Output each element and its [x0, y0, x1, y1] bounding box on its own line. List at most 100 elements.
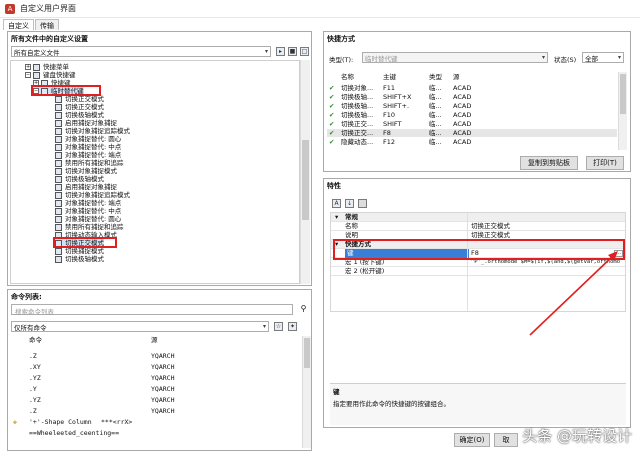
new-icon[interactable]: □ — [300, 47, 309, 56]
folder-icon — [33, 71, 40, 79]
table-row[interactable]: ✔ 切换极轴... SHIFT+. 临... ACAD — [327, 102, 617, 110]
table-row[interactable]: .XY YQARCH — [11, 363, 301, 372]
command-scrollbar[interactable] — [302, 336, 311, 448]
sort-alpha-icon[interactable]: ↓ — [345, 199, 354, 208]
shortcut-icon — [55, 151, 62, 159]
tree-leaf[interactable]: 切换正交模式 — [55, 95, 104, 103]
tree-leaf[interactable]: 禁用所有捕捉和追踪 — [55, 159, 124, 167]
shortcuts-heading: 快捷方式 — [327, 35, 355, 43]
tree-leaf[interactable]: 启用捕捉对象捕捉 — [55, 119, 117, 127]
tree-leaf[interactable]: 禁用所有捕捉和追踪 — [55, 223, 124, 231]
table-row[interactable]: .Z YQARCH — [11, 352, 301, 361]
watermark: 头条 @玩转设计 — [522, 427, 632, 445]
category-general[interactable]: ▾ 常规 — [331, 213, 625, 222]
cancel-button[interactable]: 取 — [494, 433, 518, 447]
table-row-selected[interactable]: ✔ 切换正交... F8 临... ACAD — [327, 129, 617, 137]
scrollbar-thumb[interactable] — [302, 140, 309, 220]
shortcut-icon — [55, 143, 62, 151]
description-text: 指定要用作此命令的快捷键的按键组合。 — [333, 400, 450, 408]
collapse-icon: ▾ — [335, 213, 339, 221]
scrollbar-thumb[interactable] — [304, 338, 310, 368]
shortcut-icon — [55, 119, 62, 127]
tree-node[interactable]: − 键盘快捷键 — [25, 71, 76, 79]
tree-leaf[interactable]: 切换对象捕捉追踪模式 — [55, 191, 130, 199]
table-row[interactable]: .YZ YQARCH — [11, 396, 301, 405]
table-row[interactable]: ✔ 隐藏动态... F12 临... ACAD — [327, 138, 617, 146]
status-label: 状态(S) — [554, 56, 577, 64]
table-row[interactable]: ✔ 切换正交... SHIFT 临... ACAD — [327, 120, 617, 128]
column-key[interactable]: 主键 — [383, 73, 396, 81]
check-icon: ✔ — [329, 138, 335, 146]
status-value: 全部 — [585, 54, 598, 63]
tree-leaf[interactable]: 切换正交模式 — [55, 103, 104, 111]
customization-file-select[interactable]: 所有自定义文件 ▾ — [11, 46, 271, 57]
property-pages-icon[interactable] — [358, 199, 367, 208]
tree-scrollbar[interactable] — [300, 60, 310, 284]
star-icon[interactable]: ☆ — [274, 322, 283, 331]
table-row[interactable]: ✔ 切换对象... F11 临... ACAD — [327, 84, 617, 92]
shortcut-icon — [55, 215, 62, 223]
copy-to-clipboard-button[interactable]: 复制到剪贴板 — [520, 156, 578, 170]
column-source[interactable]: 源 — [151, 336, 158, 345]
tree-leaf[interactable]: 切换极轴模式 — [55, 255, 104, 263]
status-select[interactable]: 全部 ▾ — [582, 52, 624, 63]
expand-icon[interactable]: + — [25, 64, 31, 70]
tab-customize[interactable]: 自定义 — [3, 19, 34, 30]
command-filter-select[interactable]: 仅所有命令 ▾ — [11, 321, 269, 332]
tree-leaf[interactable]: 切换极轴模式 — [55, 111, 104, 119]
column-name[interactable]: 名称 — [341, 73, 354, 81]
check-icon: ✔ — [329, 93, 335, 101]
tree-leaf[interactable]: 切换对象捕捉追踪模式 — [55, 127, 130, 135]
command-search-input[interactable]: 搜索命令列表 — [11, 304, 293, 316]
column-command[interactable]: 命令 — [29, 336, 42, 345]
collapse-icon[interactable]: − — [25, 72, 31, 78]
annotation-arrow-icon — [529, 251, 618, 336]
tree-leaf[interactable]: 切换捕捉模式 — [55, 247, 104, 255]
tree-leaf[interactable]: 对象捕捉替代: 中点 — [55, 143, 121, 151]
tree-leaf[interactable]: 对象捕捉替代: 端点 — [55, 151, 121, 159]
table-row[interactable]: ✔ 切换极轴... F10 临... ACAD — [327, 111, 617, 119]
shortcuts-scrollbar[interactable] — [618, 72, 627, 150]
table-row[interactable]: .YZ YQARCH — [11, 374, 301, 383]
sort-categorized-icon[interactable]: A — [332, 199, 341, 208]
type-value: 临时替代键 — [365, 54, 398, 63]
tree-leaf[interactable]: 对象捕捉替代: 中点 — [55, 207, 121, 215]
tree-node[interactable]: + 快捷菜单 — [25, 63, 69, 71]
table-row[interactable]: .Z YQARCH — [11, 407, 301, 416]
table-row[interactable]: ✥ '+'-Shape Column ***<rrX> — [11, 418, 301, 427]
search-icon[interactable]: ⚲ — [298, 304, 309, 315]
shortcuts-header-row: 名称 主键 类型 源 — [327, 73, 617, 81]
column-source[interactable]: 源 — [453, 73, 460, 81]
chevron-down-icon: ▾ — [541, 54, 545, 61]
tree-leaf[interactable]: 对象捕捉替代: 圆心 — [55, 215, 121, 223]
tab-transfer[interactable]: 传输 — [35, 19, 59, 30]
tree-leaf[interactable]: 启用捕捉对象捕捉 — [55, 183, 117, 191]
highlight-temp-override — [31, 85, 101, 96]
table-row[interactable]: ==Wheeleeted_ceenting== — [11, 429, 301, 438]
ok-button[interactable]: 确定(O) — [454, 433, 490, 447]
shortcut-icon — [55, 175, 62, 183]
description-box: 键 指定要用作此命令的快捷键的按键组合。 — [330, 383, 626, 425]
shape-icon: ✥ — [13, 418, 17, 426]
tree-leaf[interactable]: 对象捕捉替代: 端点 — [55, 199, 121, 207]
table-row[interactable]: .Y YQARCH — [11, 385, 301, 394]
chevron-down-icon: ▾ — [262, 323, 266, 330]
property-row[interactable]: 名称 切换正交模式 — [331, 222, 625, 231]
open-file-icon[interactable]: ▸ — [276, 47, 285, 56]
tree-leaf[interactable]: 切换极轴模式 — [55, 175, 104, 183]
column-type[interactable]: 类型 — [429, 73, 442, 81]
tree-leaf[interactable]: 对象捕捉替代: 圆心 — [55, 135, 121, 143]
shortcut-icon — [55, 127, 62, 135]
save-icon[interactable]: ■ — [288, 47, 297, 56]
highlight-ortho-node — [53, 237, 117, 248]
tree-leaf[interactable]: 切换对象捕捉模式 — [55, 167, 117, 175]
new-command-icon[interactable]: ✦ — [288, 322, 297, 331]
shortcut-icon — [55, 183, 62, 191]
folder-icon — [33, 63, 40, 71]
command-list-panel: 命令列表: 搜索命令列表 ⚲ 仅所有命令 ▾ ☆ ✦ 命令 源 .Z YQARCH… — [7, 289, 312, 451]
table-row[interactable]: ✔ 切换极轴... SHIFT+X 临... ACAD — [327, 93, 617, 101]
print-button[interactable]: 打印(T) — [586, 156, 624, 170]
window-title: 自定义用户界面 — [20, 4, 76, 13]
scrollbar-thumb[interactable] — [620, 74, 626, 114]
type-select[interactable]: 临时替代键 ▾ — [362, 52, 548, 63]
